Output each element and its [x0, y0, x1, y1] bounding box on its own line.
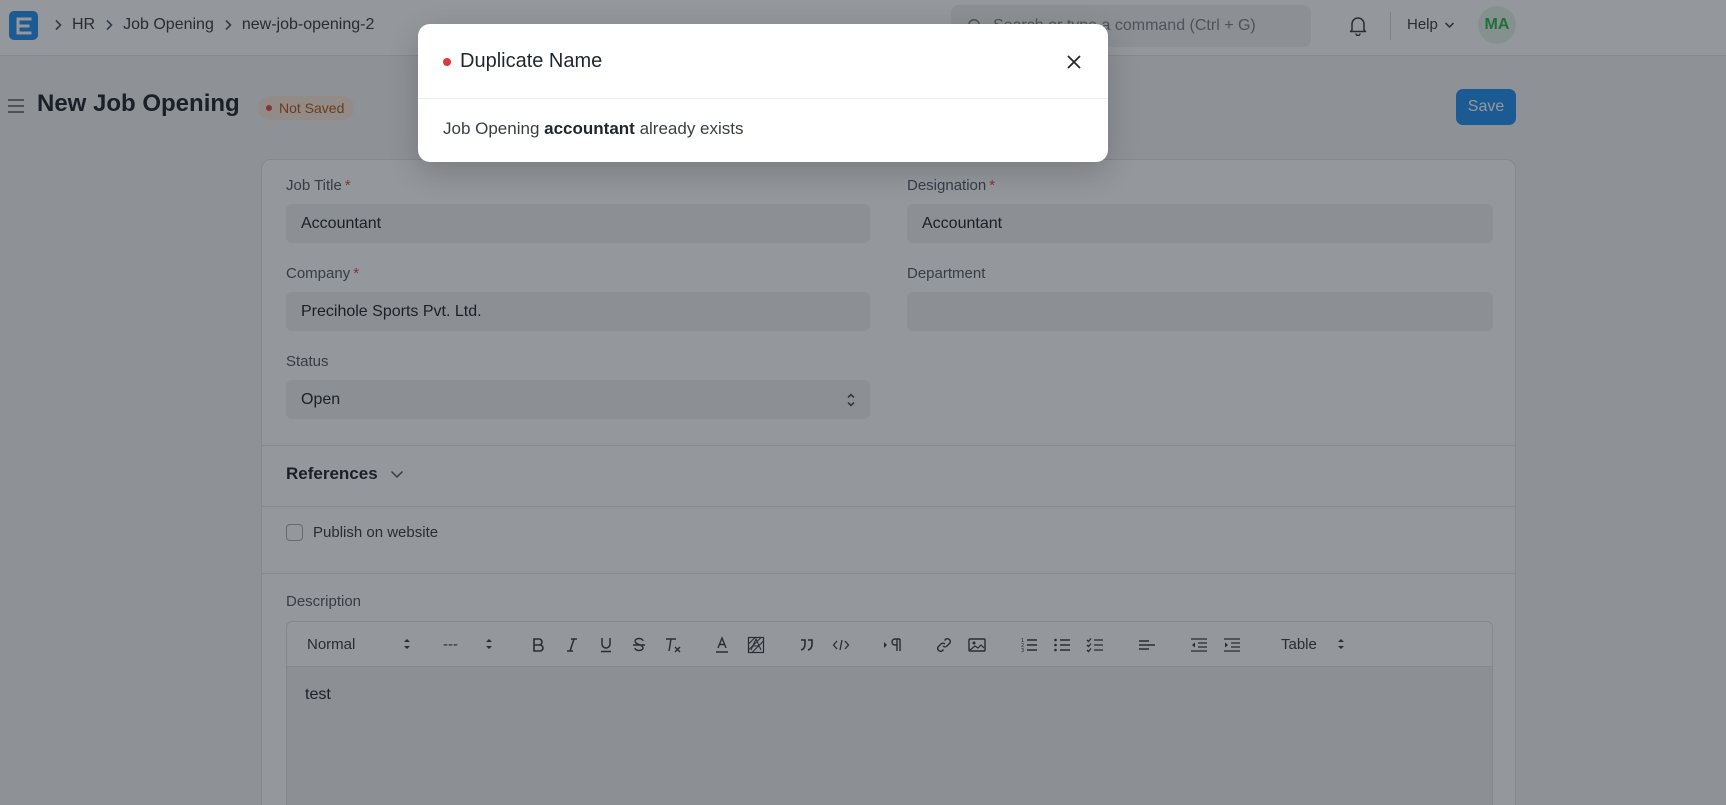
- modal-header: Duplicate Name: [418, 24, 1108, 99]
- message-suffix: already exists: [639, 119, 744, 138]
- modal-message: Job Opening accountant already exists: [443, 119, 744, 139]
- message-prefix: Job Opening: [443, 119, 540, 138]
- message-bold: accountant: [544, 119, 635, 138]
- modal-title: Duplicate Name: [460, 50, 603, 72]
- error-indicator-icon: [443, 58, 451, 66]
- duplicate-name-dialog: Duplicate Name Job Opening accountant al…: [418, 24, 1108, 162]
- close-icon[interactable]: [1060, 48, 1088, 76]
